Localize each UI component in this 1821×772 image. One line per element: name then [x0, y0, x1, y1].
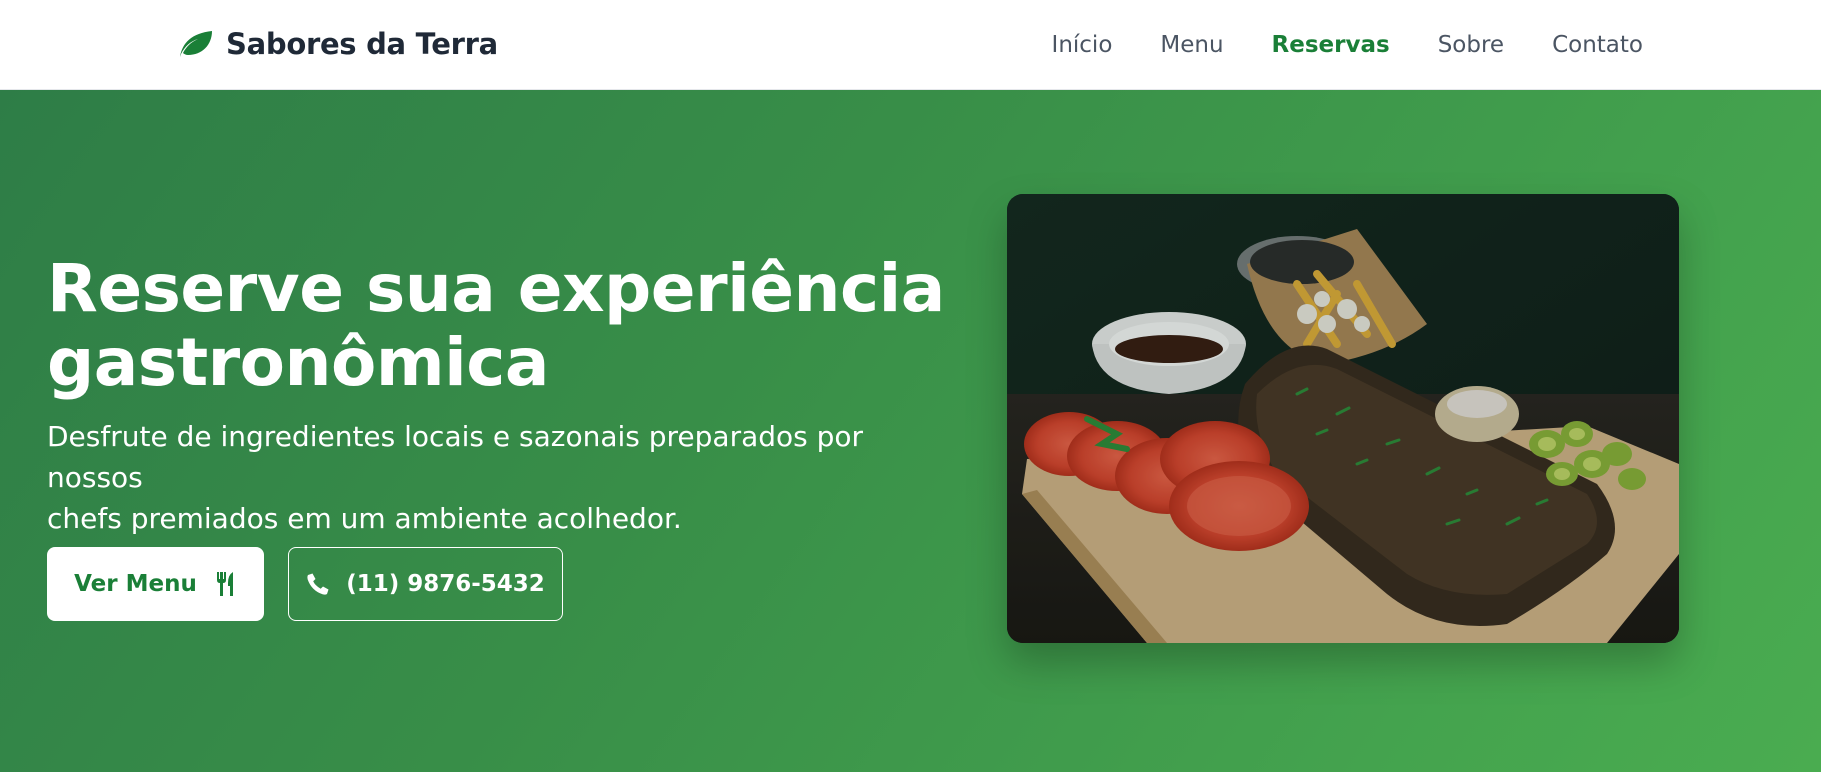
- nav-link-reservas[interactable]: Reservas: [1272, 32, 1390, 58]
- brand-name: Sabores da Terra: [226, 27, 498, 61]
- hero-food-image: [1007, 194, 1679, 643]
- food-photo-illustration: [1007, 194, 1679, 643]
- view-menu-button[interactable]: Ver Menu: [47, 547, 264, 621]
- phone-icon: [307, 573, 329, 595]
- nav-link-inicio[interactable]: Início: [1052, 32, 1113, 58]
- hero-subtitle-line-2: chefs premiados em um ambiente acolhedor…: [47, 502, 682, 535]
- nav-link-sobre[interactable]: Sobre: [1438, 32, 1504, 58]
- phone-call-button-label: (11) 9876-5432: [346, 571, 545, 597]
- hero-subtitle-line-1: Desfrute de ingredientes locais e sazona…: [47, 420, 864, 494]
- phone-call-button[interactable]: (11) 9876-5432: [288, 547, 563, 621]
- hero-title-line-1: Reserve sua experiência: [47, 250, 945, 327]
- hero-title-line-2: gastronômica: [47, 324, 549, 401]
- brand-logo-link[interactable]: Sabores da Terra: [176, 22, 498, 66]
- navbar: Sabores da Terra Início Menu Reservas So…: [0, 0, 1821, 90]
- nav-link-contato[interactable]: Contato: [1552, 32, 1643, 58]
- view-menu-button-label: Ver Menu: [74, 571, 197, 597]
- hero-title: Reserve sua experiência gastronômica: [47, 252, 947, 400]
- hero-subtitle: Desfrute de ingredientes locais e sazona…: [47, 416, 947, 539]
- nav-link-menu[interactable]: Menu: [1160, 32, 1223, 58]
- leaf-icon: [180, 31, 212, 57]
- main-nav: Início Menu Reservas Sobre Contato: [1052, 26, 1643, 64]
- utensils-icon: [216, 572, 233, 596]
- hero-section: Reserve sua experiência gastronômica Des…: [0, 90, 1821, 772]
